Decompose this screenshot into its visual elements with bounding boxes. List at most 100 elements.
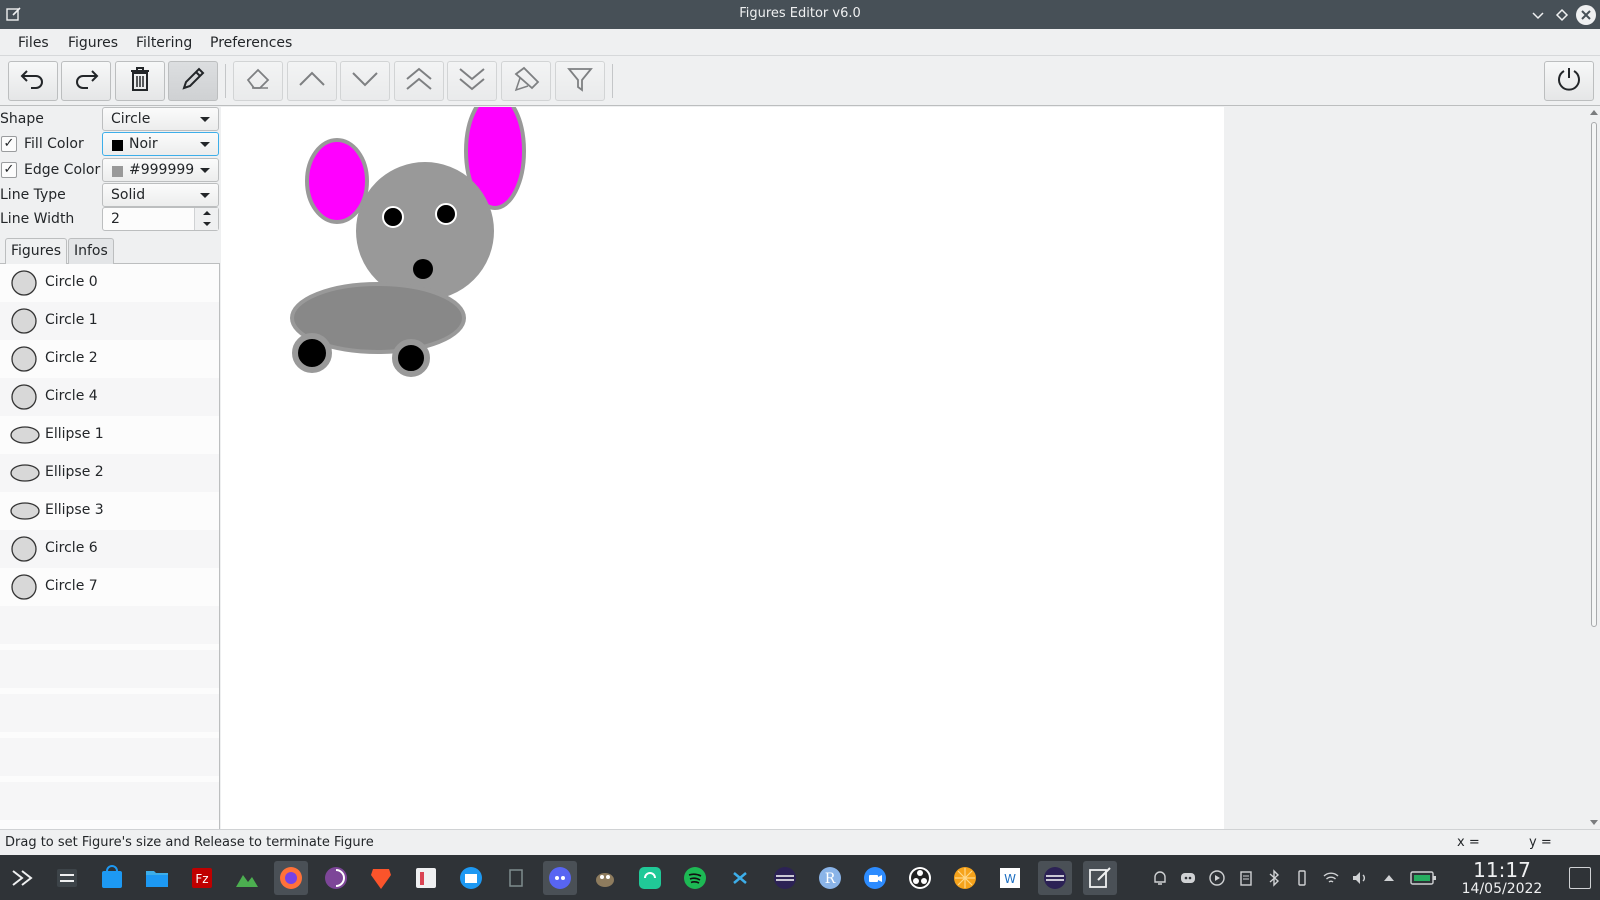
image-viewer-icon[interactable] [230,861,264,895]
close-icon[interactable] [1576,5,1596,25]
status-message: Drag to set Figure's size and Release to… [5,835,374,850]
figure-label: Ellipse 1 [45,426,104,442]
sync-icon[interactable] [633,861,667,895]
zoom-icon[interactable] [858,861,892,895]
list-item[interactable]: Circle 0 [0,264,219,302]
list-item[interactable]: Circle 6 [0,530,219,568]
spotify-icon[interactable] [678,861,712,895]
tor-icon[interactable] [319,861,353,895]
notifications-icon[interactable] [1150,868,1170,888]
spinner-buttons[interactable] [194,208,218,230]
media-player-icon[interactable] [1207,868,1227,888]
move-up-icon [298,69,326,93]
eclipse-icon[interactable] [768,861,802,895]
decrement-icon[interactable] [203,222,211,226]
clipboard-icon[interactable] [1236,868,1256,888]
obs-icon[interactable] [903,861,937,895]
erase-button[interactable] [233,61,283,101]
list-item[interactable]: Circle 4 [0,378,219,416]
scroll-thumb[interactable] [1591,122,1597,627]
move-up-button[interactable] [287,61,337,101]
circle-icon [10,270,38,300]
r-icon[interactable]: R [813,861,847,895]
redo-icon [72,67,100,95]
store-icon[interactable] [95,861,129,895]
fill-color-value: Noir [129,136,158,152]
menu-filtering[interactable]: Filtering [136,35,192,51]
expand-tray-icon[interactable] [1379,868,1399,888]
increment-icon[interactable] [203,211,211,215]
maximize-icon[interactable] [1552,5,1572,25]
clock[interactable]: 11:17 14/05/2022 [1452,859,1552,898]
vscode-icon[interactable] [723,861,757,895]
figure-label: Circle 1 [45,312,98,328]
line-type-value: Solid [111,187,146,203]
scroll-up-icon[interactable] [1590,110,1598,115]
drawing-canvas[interactable] [221,92,1224,829]
figure-label: Ellipse 2 [45,464,104,480]
figure-label: Circle 6 [45,540,98,556]
list-item[interactable]: Circle 2 [0,340,219,378]
vertical-scrollbar[interactable] [1588,107,1600,829]
chevron-down-icon [200,117,210,122]
filezilla-icon[interactable]: Fz [185,861,219,895]
line-width-spinner[interactable]: 2 [102,207,219,231]
edge-color-checkbox[interactable]: ✓ [1,162,17,178]
toolbar-separator [225,64,226,98]
circle-icon [10,536,38,566]
battery-icon[interactable] [1410,868,1438,888]
menu-figures[interactable]: Figures [68,35,118,51]
fill-color-combo[interactable]: Noir [102,132,219,156]
shape-combo[interactable]: Circle [102,107,219,131]
orange-icon[interactable] [948,861,982,895]
list-item[interactable]: Circle 1 [0,302,219,340]
wps-icon[interactable]: W [993,861,1027,895]
figure-label: Circle 2 [45,350,98,366]
file-manager-icon[interactable] [140,861,174,895]
show-desktop-icon[interactable] [1569,867,1591,889]
mail-icon[interactable] [454,861,488,895]
application-launcher-icon[interactable] [5,861,39,895]
style-button[interactable] [501,61,551,101]
brave-icon[interactable] [364,861,398,895]
menu-preferences[interactable]: Preferences [210,35,292,51]
filter-button[interactable] [555,61,605,101]
list-item[interactable]: Ellipse 2 [0,454,219,492]
move-top-button[interactable] [394,61,444,101]
tab-figures[interactable]: Figures [5,238,68,265]
minimize-icon[interactable] [1528,5,1548,25]
list-item[interactable]: Ellipse 1 [0,416,219,454]
tab-infos[interactable]: Infos [68,238,114,264]
draw-button[interactable] [168,61,218,101]
menu-files[interactable]: Files [18,35,49,51]
discord-icon[interactable] [543,861,577,895]
empty-row [0,606,219,644]
notes-icon[interactable] [499,861,533,895]
line-type-label: Line Type [0,187,66,203]
settings-icon[interactable] [50,861,84,895]
discord-tray-icon[interactable] [1178,868,1198,888]
line-type-combo[interactable]: Solid [102,183,219,207]
bluetooth-icon[interactable] [1264,868,1284,888]
redo-button[interactable] [61,61,111,101]
scroll-down-icon[interactable] [1590,820,1598,825]
wifi-icon[interactable] [1321,868,1341,888]
window-titlebar: Figures Editor v6.0 [0,0,1600,29]
volume-icon[interactable] [1350,868,1370,888]
figures-editor-icon[interactable] [1083,861,1117,895]
list-item[interactable]: Circle 7 [0,568,219,606]
fill-color-checkbox[interactable]: ✓ [1,136,17,152]
gimp-icon[interactable] [588,861,622,895]
presenter-icon[interactable] [409,861,443,895]
firefox-icon[interactable] [274,861,308,895]
move-bottom-button[interactable] [447,61,497,101]
delete-button[interactable] [115,61,165,101]
window-title: Figures Editor v6.0 [739,6,861,21]
undo-button[interactable] [8,61,58,101]
eclipse-running-icon[interactable] [1038,861,1072,895]
quit-button[interactable] [1544,61,1594,101]
edge-color-combo[interactable]: #999999 [102,158,219,182]
move-down-button[interactable] [340,61,390,101]
list-item[interactable]: Ellipse 3 [0,492,219,530]
usb-device-icon[interactable] [1292,868,1312,888]
